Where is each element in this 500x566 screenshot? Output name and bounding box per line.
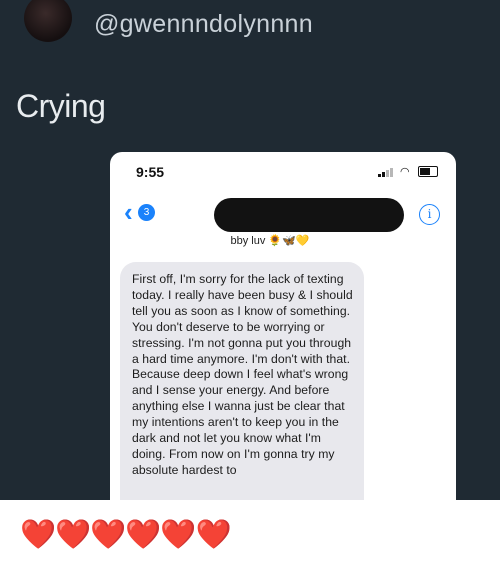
chevron-left-icon[interactable]: ‹ bbox=[124, 199, 133, 225]
redacted-contact-photo bbox=[214, 198, 404, 232]
message-bubble: First off, I'm sorry for the lack of tex… bbox=[120, 262, 364, 500]
phone-screenshot: 9:55 ◠ ‹ 3 i bby luv 🌻🦋💛 First off, I'm … bbox=[110, 152, 456, 500]
username-handle[interactable]: @gwennndolynnnn bbox=[94, 10, 313, 39]
avatar[interactable] bbox=[24, 0, 72, 42]
heart-reaction: ❤️❤️❤️❤️❤️❤️ bbox=[20, 519, 232, 551]
contact-name[interactable]: bby luv 🌻🦋💛 bbox=[110, 234, 430, 247]
post-caption: Crying bbox=[16, 88, 106, 124]
info-icon[interactable]: i bbox=[419, 204, 440, 225]
status-icons: ◠ bbox=[378, 166, 438, 177]
unread-count-badge[interactable]: 3 bbox=[138, 204, 155, 221]
signal-icon bbox=[378, 167, 394, 177]
wifi-icon: ◠ bbox=[400, 165, 410, 178]
message-text: First off, I'm sorry for the lack of tex… bbox=[132, 272, 353, 477]
post-image: @gwennndolynnnn Crying 9:55 ◠ ‹ 3 i bby … bbox=[0, 0, 500, 500]
status-time: 9:55 bbox=[136, 164, 165, 180]
battery-icon bbox=[418, 166, 438, 177]
